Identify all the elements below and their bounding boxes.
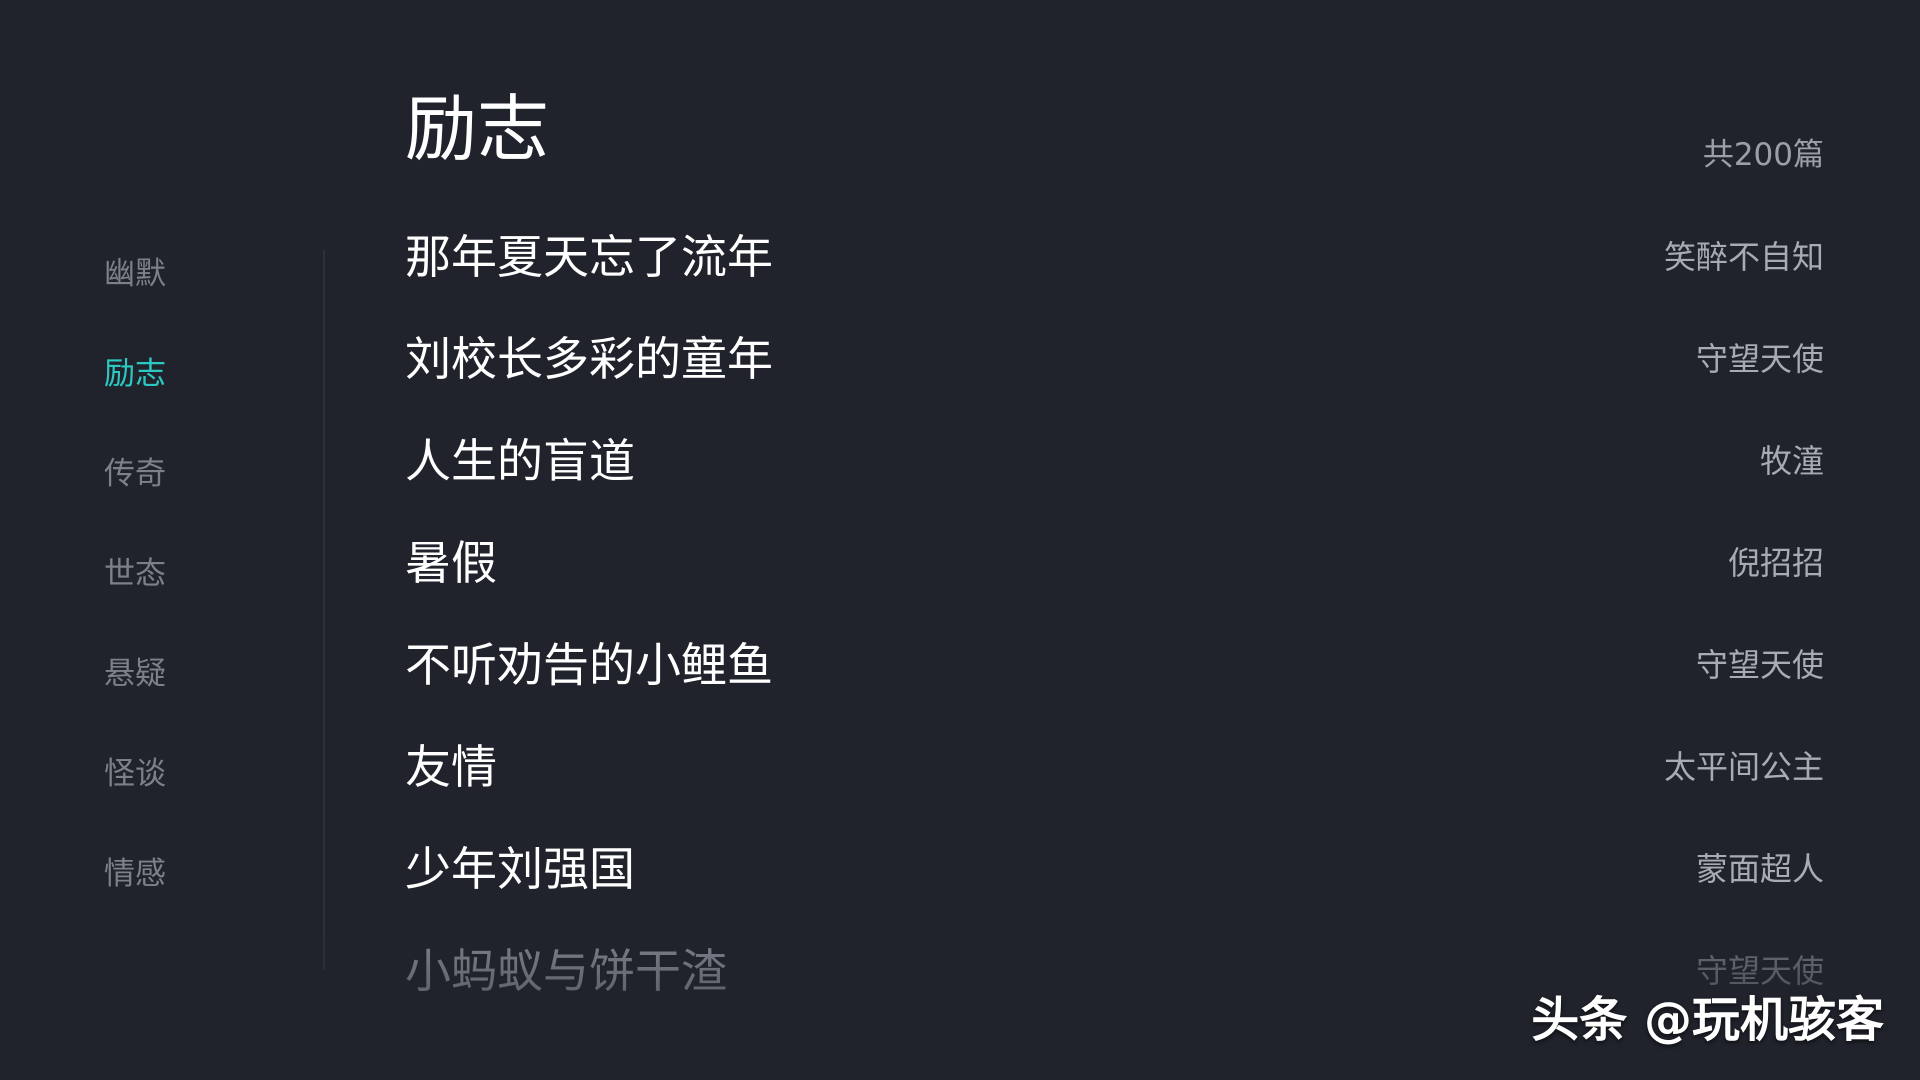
story-title: 少年刘强国 (405, 842, 635, 896)
sidebar-item-inspirational[interactable]: 励志 (104, 354, 166, 394)
story-author: 蒙面超人 (1695, 850, 1824, 888)
story-author: 太平间公主 (1663, 748, 1824, 786)
story-title: 那年夏天忘了流年 (405, 230, 773, 284)
sidebar-item-emotion[interactable]: 情感 (104, 854, 166, 894)
sidebar-item-mystery[interactable]: 悬疑 (104, 654, 166, 694)
story-author: 守望天使 (1695, 952, 1824, 990)
sidebar-item-legend[interactable]: 传奇 (104, 454, 166, 494)
sidebar-item-strange-tales[interactable]: 怪谈 (104, 754, 166, 794)
story-title: 不听劝告的小鲤鱼 (405, 638, 773, 692)
sidebar-item-humor[interactable]: 幽默 (104, 254, 166, 294)
story-title: 小蚂蚁与饼干渣 (405, 944, 727, 998)
story-row[interactable]: 那年夏天忘了流年 笑醉不自知 (405, 223, 1824, 325)
sidebar-item-society[interactable]: 世态 (104, 554, 166, 594)
story-author: 牧潼 (1759, 442, 1824, 480)
story-row[interactable]: 暑假 倪招招 (405, 529, 1824, 631)
category-sidebar: 幽默 励志 传奇 世态 悬疑 怪谈 情感 (0, 0, 323, 1080)
story-row[interactable]: 人生的盲道 牧潼 (405, 427, 1824, 529)
story-row[interactable]: 少年刘强国 蒙面超人 (405, 835, 1824, 937)
story-title: 友情 (405, 740, 497, 794)
story-browser-screen: 幽默 励志 传奇 世态 悬疑 怪谈 情感 励志 共200篇 那年夏天忘了流年 笑… (0, 0, 1920, 1080)
story-row[interactable]: 友情 太平间公主 (405, 733, 1824, 835)
story-author: 守望天使 (1695, 646, 1824, 684)
story-row[interactable]: 刘校长多彩的童年 守望天使 (405, 325, 1824, 427)
story-author: 守望天使 (1695, 340, 1824, 378)
story-author: 笑醉不自知 (1663, 238, 1824, 276)
story-title: 暑假 (405, 536, 497, 590)
total-count-label: 共200篇 (1702, 137, 1824, 173)
story-title: 刘校长多彩的童年 (405, 332, 773, 386)
story-title: 人生的盲道 (405, 434, 635, 488)
sidebar-divider (323, 250, 325, 970)
page-title: 励志 (405, 87, 550, 171)
story-row[interactable]: 不听劝告的小鲤鱼 守望天使 (405, 631, 1824, 733)
story-author: 倪招招 (1727, 544, 1824, 582)
story-list: 那年夏天忘了流年 笑醉不自知 刘校长多彩的童年 守望天使 人生的盲道 牧潼 暑假… (405, 223, 1824, 1039)
watermark-text: 头条 @玩机骇客 (1531, 992, 1884, 1048)
